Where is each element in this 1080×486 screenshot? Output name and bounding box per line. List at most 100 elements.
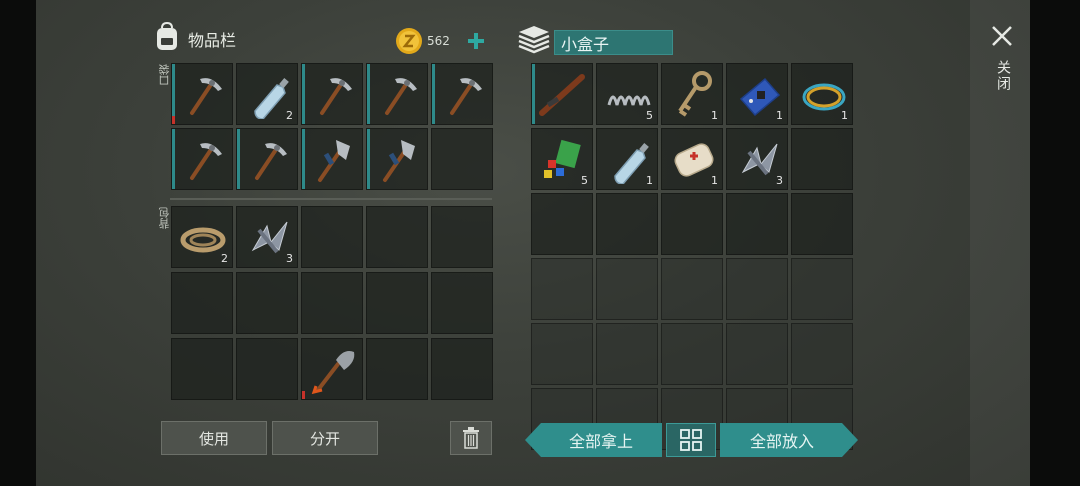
box-slot[interactable] [726,258,788,320]
item-count: 1 [776,109,783,122]
pocket-slot[interactable] [301,128,363,190]
container-name-field[interactable]: 小盒子 [554,30,673,55]
box-slot[interactable] [661,323,723,385]
item-count: 2 [286,109,293,122]
backpack-slot[interactable] [431,272,493,334]
pocket-slot[interactable] [431,63,493,125]
backpack-slot[interactable] [301,206,363,268]
pocket-slot[interactable] [301,63,363,125]
backpack-slot[interactable] [301,338,363,400]
backpack-slot[interactable] [171,338,233,400]
item-count: 3 [776,174,783,187]
box-slot[interactable] [661,193,723,255]
equip-marker [302,129,305,189]
box-icon [518,26,550,54]
equip-marker [302,64,305,124]
pickaxe-icon [450,78,482,115]
item-count: 2 [221,252,228,265]
sort-grid-icon [680,429,702,451]
box-slot[interactable] [531,63,593,125]
shotgun-icon [539,74,585,116]
equip-marker [172,64,175,124]
backpack-slot[interactable]: 3 [236,206,298,268]
equip-marker [237,129,240,189]
inventory-header: 物品栏 [155,22,236,52]
pocket-slot[interactable]: 2 [236,63,298,125]
trash-icon [463,427,479,449]
coin-icon [396,28,422,54]
backpack-slot[interactable] [431,206,493,268]
pickaxe-icon [385,78,417,115]
box-slot[interactable] [726,193,788,255]
pocket-slot[interactable] [171,63,233,125]
pickaxe-icon [190,143,222,180]
shovel-icon [311,351,355,394]
box-slot[interactable]: 1 [726,63,788,125]
box-slot[interactable] [531,323,593,385]
box-slot[interactable] [791,258,853,320]
pocket-slot[interactable] [366,128,428,190]
backpack-slot[interactable] [171,272,233,334]
split-button[interactable]: 分开 [272,421,378,455]
box-slot[interactable] [661,258,723,320]
pickaxe-icon [255,143,287,180]
box-slot[interactable] [531,193,593,255]
section-divider [170,198,492,200]
trash-button[interactable] [450,421,492,455]
inventory-title: 物品栏 [188,31,237,50]
box-slot[interactable] [596,193,658,255]
item-count: 3 [286,252,293,265]
sort-button[interactable] [666,423,716,457]
box-slot[interactable]: 5 [596,63,658,125]
equip-marker [367,129,370,189]
box-slot[interactable] [596,258,658,320]
box-slot[interactable]: 3 [726,128,788,190]
backpack-slot[interactable] [236,272,298,334]
close-label[interactable]: 关闭 [993,60,1013,92]
item-count: 1 [711,109,718,122]
box-slot[interactable] [531,258,593,320]
hatchet-icon [383,140,415,182]
pickaxe-icon [320,78,352,115]
close-icon[interactable] [990,24,1014,48]
equip-marker [532,64,535,124]
use-button[interactable]: 使用 [161,421,267,455]
item-count: 1 [711,174,718,187]
pocket-slot[interactable] [236,128,298,190]
durability-marker [302,391,305,399]
equip-marker [432,64,435,124]
backpack-slot[interactable] [366,338,428,400]
coin-amount: 562 [427,34,450,48]
coin-counter: 562 [395,27,450,55]
durability-marker [172,116,175,124]
pocket-slot[interactable] [431,128,493,190]
box-slot[interactable]: 1 [791,63,853,125]
box-slot[interactable]: 1 [661,63,723,125]
box-slot[interactable]: 1 [596,128,658,190]
backpack-slot[interactable] [431,338,493,400]
box-slot[interactable] [596,323,658,385]
pocket-slot[interactable] [171,128,233,190]
item-count: 5 [646,109,653,122]
hatchet-icon [318,140,350,182]
equip-marker [172,129,175,189]
add-coins-button[interactable] [467,32,485,50]
pocket-slot[interactable] [366,63,428,125]
equip-marker [367,64,370,124]
box-slot[interactable] [791,128,853,190]
backpack-slot[interactable] [366,206,428,268]
backpack-slot[interactable] [236,338,298,400]
box-slot[interactable]: 1 [661,128,723,190]
box-slot[interactable] [791,193,853,255]
box-slot[interactable] [791,323,853,385]
backpack-slot[interactable] [301,272,363,334]
item-count: 1 [841,109,848,122]
put-all-button[interactable]: 全部放入 [720,423,844,457]
box-slot[interactable]: 5 [531,128,593,190]
backpack-icon [157,22,177,50]
backpack-slot[interactable] [366,272,428,334]
backpack-slot[interactable]: 2 [171,206,233,268]
take-all-button[interactable]: 全部拿上 [540,423,662,457]
item-count: 5 [581,174,588,187]
box-slot[interactable] [726,323,788,385]
